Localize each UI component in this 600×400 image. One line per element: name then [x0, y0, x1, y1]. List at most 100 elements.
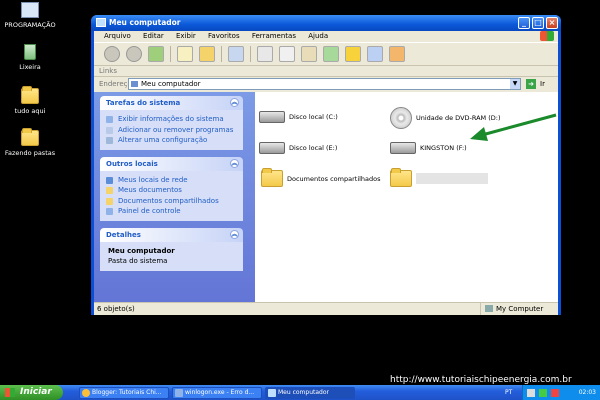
address-value: Meu computador	[141, 80, 201, 88]
menu-editar[interactable]: Editar	[143, 32, 164, 40]
home-icon[interactable]	[389, 46, 405, 62]
menu-exibir[interactable]: Exibir	[176, 32, 196, 40]
drive-item[interactable]: Disco local (C:)	[259, 111, 338, 123]
menu-arquivo[interactable]: Arquivo	[104, 32, 131, 40]
place-link[interactable]: Painel de controle	[106, 206, 237, 217]
folder-item[interactable]: Documentos compartilhados	[261, 168, 381, 187]
back-icon[interactable]	[104, 46, 120, 62]
favorites-star-icon[interactable]	[345, 46, 361, 62]
task-pane: Tarefas do sistema ︽ Exibir informações …	[94, 92, 255, 302]
settings-icon	[106, 137, 113, 144]
status-location-label: My Computer	[496, 305, 544, 313]
folder-icon	[21, 86, 39, 104]
item-label: Disco local (C:)	[289, 113, 338, 121]
task-link-label: Exibir informações do sistema	[118, 115, 224, 123]
collapse-chevron-icon[interactable]: ︽	[230, 98, 239, 107]
desktop-icon-lixeira[interactable]: Lixeira	[0, 44, 60, 71]
control-panel-icon	[106, 208, 113, 215]
taskbar-button[interactable]: Blogger: Tutoriais Chi...	[79, 386, 169, 399]
recycle-bin-icon	[24, 44, 36, 60]
taskbar-button-label: winlogon.exe - Erro d...	[185, 388, 255, 396]
forward-icon[interactable]	[126, 46, 142, 62]
folders-icon[interactable]	[199, 46, 215, 62]
copy-icon[interactable]	[279, 46, 295, 62]
panel-header[interactable]: Outros locais ︽	[100, 156, 243, 171]
menu-ajuda[interactable]: Ajuda	[308, 32, 328, 40]
links-label: Links	[99, 67, 117, 75]
desktop-icon-fazendo-pastas[interactable]: Fazendo pastas	[0, 128, 60, 157]
place-link[interactable]: Meus documentos	[106, 185, 237, 196]
language-indicator[interactable]: PT	[505, 385, 512, 400]
task-link[interactable]: Adicionar ou remover programas	[106, 125, 237, 136]
computer-icon	[268, 388, 276, 397]
menu-ferramentas[interactable]: Ferramentas	[252, 32, 296, 40]
taskbar-button-label: Meu computador	[278, 388, 329, 396]
hard-drive-icon	[259, 111, 285, 123]
cut-icon[interactable]	[257, 46, 273, 62]
task-link[interactable]: Alterar uma configuração	[106, 135, 237, 146]
chevron-down-icon[interactable]: ▼	[510, 79, 520, 89]
collapse-chevron-icon[interactable]: ︽	[230, 158, 239, 168]
drive-item[interactable]: Disco local (E:)	[259, 142, 337, 154]
start-button[interactable]: Iniciar	[0, 385, 63, 400]
go-arrow-icon[interactable]: ➜	[526, 79, 536, 89]
computer-icon	[96, 18, 106, 27]
drive-item[interactable]: KINGSTON (F:)	[390, 142, 467, 154]
windows-logo-icon	[5, 388, 15, 397]
blurred-label	[416, 173, 488, 184]
add-remove-programs-icon	[106, 126, 113, 134]
system-tasks-panel: Tarefas do sistema ︽ Exibir informações …	[100, 96, 243, 150]
paste-icon[interactable]	[301, 46, 317, 62]
close-button[interactable]: ×	[546, 17, 558, 29]
folder-icon	[106, 187, 113, 194]
tray-icons[interactable]	[527, 388, 567, 397]
taskbar: Iniciar Blogger: Tutoriais Chi... winlog…	[0, 385, 600, 400]
computer-icon	[485, 305, 493, 312]
title-bar[interactable]: Meu computador _ □ ×	[91, 15, 561, 31]
panel-header[interactable]: Tarefas do sistema ︽	[100, 96, 243, 110]
panel-header[interactable]: Detalhes ︽	[100, 227, 243, 242]
toolbar	[94, 42, 558, 66]
watermark-url: http://www.tutoriaischipeenergia.com.br	[390, 375, 572, 385]
clock[interactable]: 02:03	[579, 385, 596, 400]
details-description: Pasta do sistema	[108, 257, 168, 265]
desktop-icon-label: tudo aqui	[14, 107, 46, 115]
views-icon[interactable]	[228, 46, 244, 62]
folder-item[interactable]	[390, 168, 488, 187]
go-button[interactable]: Ir	[540, 77, 545, 91]
desktop-icon-programacao[interactable]: PROGRAMAÇÃO	[0, 2, 60, 29]
details-panel: Detalhes ︽ Meu computador Pasta do siste…	[100, 227, 243, 271]
panel-title: Detalhes	[106, 230, 141, 239]
system-tray: PT 02:03	[505, 385, 600, 400]
computer-icon	[131, 81, 138, 87]
task-link-label: Adicionar ou remover programas	[118, 125, 234, 134]
maximize-button[interactable]: □	[532, 17, 544, 29]
explorer-window: Meu computador _ □ × Arquivo Editar Exib…	[91, 15, 561, 315]
search-icon[interactable]	[177, 46, 193, 62]
task-link-label: Alterar uma configuração	[118, 136, 208, 144]
minimize-button[interactable]: _	[518, 17, 530, 29]
place-link-label: Meus documentos	[118, 186, 182, 194]
annotation-arrow-icon	[470, 113, 557, 141]
place-link[interactable]: Documentos compartilhados	[106, 196, 237, 207]
refresh-icon[interactable]	[323, 46, 339, 62]
taskbar-button[interactable]: Meu computador	[265, 386, 355, 399]
toolbar-separator	[221, 46, 222, 62]
desktop-icon-label: PROGRAMAÇÃO	[4, 21, 56, 29]
address-input[interactable]: Meu computador ▼	[128, 78, 521, 90]
links-bar: Links	[94, 66, 558, 77]
collapse-chevron-icon[interactable]: ︽	[230, 229, 239, 239]
taskbar-button[interactable]: winlogon.exe - Erro d...	[172, 386, 262, 399]
toolbar-separator	[170, 46, 171, 62]
menu-favoritos[interactable]: Favoritos	[208, 32, 240, 40]
task-link[interactable]: Exibir informações do sistema	[106, 114, 237, 125]
folder-icon	[106, 197, 113, 205]
usb-drive-icon	[390, 142, 416, 154]
desktop-icon-tudo-aqui[interactable]: tudo aqui	[0, 86, 60, 115]
item-label: Documentos compartilhados	[287, 174, 381, 183]
undo-icon[interactable]	[367, 46, 383, 62]
place-link[interactable]: Meus locais de rede	[106, 175, 237, 186]
up-folder-icon[interactable]	[148, 46, 164, 62]
status-object-count: 6 objeto(s)	[97, 305, 135, 313]
programacao-icon	[21, 2, 39, 18]
